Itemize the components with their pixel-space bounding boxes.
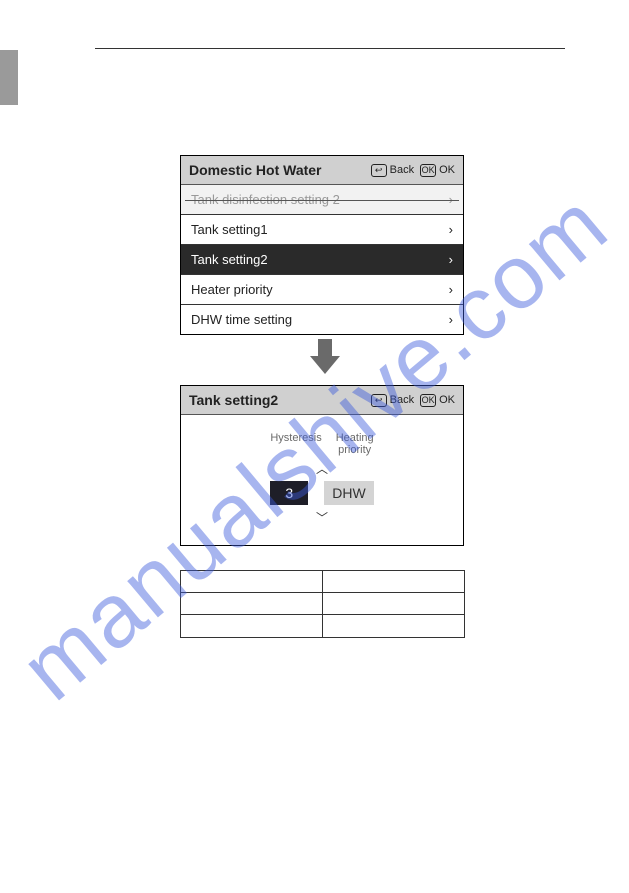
caret-up-icon[interactable]: ︿ [316,460,328,477]
chevron-right-icon: › [449,312,453,327]
back-icon: ↩ [371,164,387,177]
settings-table [180,570,465,638]
chevron-right-icon: › [449,222,453,237]
arrow-down-icon [310,339,340,374]
table-cell [323,615,464,637]
panel-tank-setting2-title: Tank setting2 [189,392,365,408]
list-item-tank-setting2[interactable]: Tank setting2 › [181,245,463,275]
chevron-right-icon: › [449,282,453,297]
back-button[interactable]: ↩ Back [371,394,414,407]
panel-tank-setting2-body: Hysteresis Heating priority ︿ 3 DHW ﹀ [181,415,463,545]
panel-dhw-header: Domestic Hot Water ↩ Back OK OK [181,156,463,185]
list-item-heater-priority[interactable]: Heater priority › [181,275,463,305]
list-item-tank-setting1[interactable]: Tank setting1 › [181,215,463,245]
ok-icon: OK [420,164,436,177]
list-item-label: DHW time setting [191,312,292,327]
back-button[interactable]: ↩ Back [371,164,414,177]
caret-down-icon[interactable]: ﹀ [316,509,328,526]
side-tab [0,50,18,105]
panel-dhw-title: Domestic Hot Water [189,162,365,178]
table-cell [181,593,323,614]
table-cell [323,593,464,614]
back-label: Back [390,164,414,176]
hysteresis-label: Hysteresis [270,432,321,456]
back-label: Back [390,394,414,406]
table-row [181,571,464,593]
ok-icon: OK [420,394,436,407]
list-item-label: Tank setting2 [191,252,268,267]
header-rule [95,48,565,49]
table-row [181,593,464,615]
panel-tank-setting2: Tank setting2 ↩ Back OK OK Hysteresis He… [180,385,464,546]
hysteresis-value[interactable]: 3 [270,481,308,505]
list-item-tank-disinfection-2[interactable]: Tank disinfection setting 2 › [181,185,463,215]
table-cell [181,615,323,637]
values-row: 3 DHW [270,481,373,505]
list-item-label: Tank disinfection setting 2 [191,192,340,207]
table-cell [181,571,323,592]
chevron-right-icon: › [449,252,453,267]
list-item-label: Heater priority [191,282,273,297]
ok-label: OK [439,394,455,406]
list-item-dhw-time-setting[interactable]: DHW time setting › [181,305,463,334]
chevron-right-icon: › [449,192,453,207]
heating-priority-value[interactable]: DHW [324,481,373,505]
heating-priority-label: Heating priority [336,432,374,456]
back-icon: ↩ [371,394,387,407]
value-labels: Hysteresis Heating priority [270,432,373,456]
panel-dhw: Domestic Hot Water ↩ Back OK OK Tank dis… [180,155,464,335]
ok-button[interactable]: OK OK [420,394,455,407]
list-item-label: Tank setting1 [191,222,268,237]
ok-label: OK [439,164,455,176]
panel-tank-setting2-header: Tank setting2 ↩ Back OK OK [181,386,463,415]
ok-button[interactable]: OK OK [420,164,455,177]
table-cell [323,571,464,592]
table-row [181,615,464,637]
